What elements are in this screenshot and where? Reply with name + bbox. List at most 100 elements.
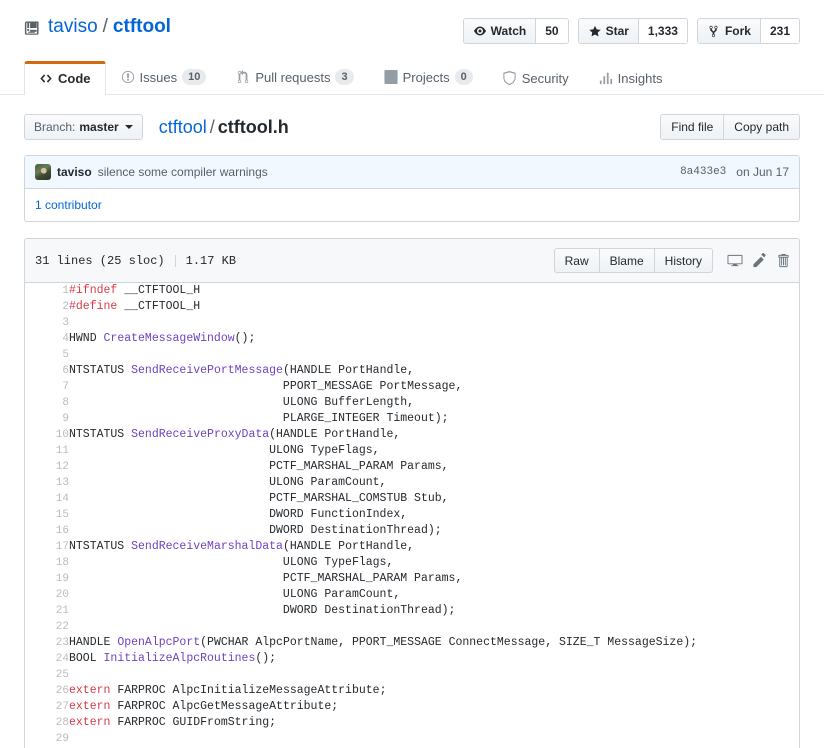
code-line-row: 20 ULONG ParamCount, [25, 587, 799, 603]
line-number[interactable]: 13 [25, 475, 69, 491]
tab-issues-count: 10 [182, 69, 206, 85]
line-number[interactable]: 18 [25, 555, 69, 571]
code-line-row: 14 PCTF_MARSHAL_COMSTUB Stub, [25, 491, 799, 507]
line-number[interactable]: 12 [25, 459, 69, 475]
fork-button[interactable]: Fork [698, 19, 760, 43]
line-number[interactable]: 9 [25, 411, 69, 427]
avatar[interactable] [35, 164, 51, 180]
line-number[interactable]: 26 [25, 683, 69, 699]
line-number[interactable]: 29 [25, 731, 69, 747]
repo-owner-link[interactable]: taviso [48, 16, 98, 39]
line-number[interactable]: 24 [25, 651, 69, 667]
code-line-row: 21 DWORD DestinationThread); [25, 603, 799, 619]
branch-path-bar: Branch: master ctftool/ctftool.h Find fi… [24, 113, 800, 141]
watch-button[interactable]: Watch [464, 19, 536, 43]
code-text: (); [255, 652, 276, 665]
line-number[interactable]: 21 [25, 603, 69, 619]
commit-message[interactable]: silence some compiler warnings [98, 165, 268, 179]
star-count[interactable]: 1,333 [638, 19, 687, 43]
branch-selector-button[interactable]: Branch: master [24, 114, 143, 140]
tab-code-label: Code [58, 72, 91, 85]
tab-pull-requests-count: 3 [335, 69, 353, 85]
line-number[interactable]: 25 [25, 667, 69, 683]
line-number[interactable]: 16 [25, 523, 69, 539]
file-action-buttons: Raw Blame History [554, 248, 713, 273]
line-number[interactable]: 14 [25, 491, 69, 507]
code-line-row: 24BOOL InitializeAlpcRoutines(); [25, 651, 799, 667]
code-text: FARPROC AlpcGetMessageAttribute; [110, 700, 338, 713]
tab-code[interactable]: Code [24, 61, 106, 95]
line-number[interactable]: 20 [25, 587, 69, 603]
line-number[interactable]: 23 [25, 635, 69, 651]
line-content [69, 347, 799, 363]
code-line-row: 4HWND CreateMessageWindow(); [25, 331, 799, 347]
code-text: PCTF_MARSHAL_COMSTUB Stub, [69, 492, 449, 505]
star-button[interactable]: Star [579, 19, 638, 43]
line-content [69, 731, 799, 747]
line-content: PCTF_MARSHAL_PARAM Params, [69, 571, 799, 587]
code-text: FARPROC GUIDFromString; [110, 716, 276, 729]
line-content: DWORD DestinationThread); [69, 523, 799, 539]
line-content: NTSTATUS SendReceiveMarshalData(HANDLE P… [69, 539, 799, 555]
line-number[interactable]: 4 [25, 331, 69, 347]
line-content: extern FARPROC AlpcGetMessageAttribute; [69, 699, 799, 715]
history-button[interactable]: History [655, 248, 713, 273]
tab-issues[interactable]: Issues 10 [106, 59, 222, 95]
find-file-button[interactable]: Find file [660, 114, 724, 140]
line-number[interactable]: 17 [25, 539, 69, 555]
line-number[interactable]: 10 [25, 427, 69, 443]
branch-label: Branch: [34, 120, 75, 134]
line-content: PCTF_MARSHAL_COMSTUB Stub, [69, 491, 799, 507]
tab-pull-requests[interactable]: Pull requests 3 [221, 59, 368, 95]
code-text: NTSTATUS [69, 364, 131, 377]
watch-count[interactable]: 50 [535, 19, 567, 43]
line-number[interactable]: 6 [25, 363, 69, 379]
breadcrumb-root-link[interactable]: ctftool [159, 117, 207, 137]
project-icon [384, 70, 398, 84]
commit-author-link[interactable]: taviso [57, 165, 92, 179]
tab-projects[interactable]: Projects 0 [369, 59, 488, 95]
desktop-icon[interactable] [727, 253, 743, 268]
line-number[interactable]: 27 [25, 699, 69, 715]
line-number[interactable]: 11 [25, 443, 69, 459]
repo-name-link[interactable]: ctftool [113, 16, 171, 39]
line-number[interactable]: 5 [25, 347, 69, 363]
code-line-row: 6NTSTATUS SendReceivePortMessage(HANDLE … [25, 363, 799, 379]
pencil-icon[interactable] [753, 253, 767, 268]
watch-label: Watch [491, 24, 527, 38]
code-text: (HANDLE PortHandle, [283, 364, 414, 377]
line-number[interactable]: 19 [25, 571, 69, 587]
chevron-down-icon [125, 125, 133, 129]
commit-sha[interactable]: 8a433e3 [680, 166, 726, 178]
line-content: extern FARPROC GUIDFromString; [69, 715, 799, 731]
tab-insights[interactable]: Insights [584, 61, 678, 95]
path-actions: Find file Copy path [660, 114, 800, 140]
blame-button[interactable]: Blame [600, 248, 655, 273]
contributors-link[interactable]: 1 contributor [35, 198, 102, 212]
line-number[interactable]: 22 [25, 619, 69, 635]
code-line-row: 12 PCTF_MARSHAL_PARAM Params, [25, 459, 799, 475]
line-content: DWORD DestinationThread); [69, 603, 799, 619]
tab-security[interactable]: Security [488, 61, 584, 95]
raw-button[interactable]: Raw [554, 248, 600, 273]
file-box: 31 lines (25 sloc) 1.17 KB Raw Blame His… [24, 238, 800, 748]
line-content: ULONG TypeFlags, [69, 555, 799, 571]
code-line-row: 19 PCTF_MARSHAL_PARAM Params, [25, 571, 799, 587]
code-text: (HANDLE PortHandle, [269, 428, 400, 441]
line-number[interactable]: 7 [25, 379, 69, 395]
line-number[interactable]: 8 [25, 395, 69, 411]
star-group: Star 1,333 [578, 18, 688, 44]
line-number[interactable]: 1 [25, 283, 69, 299]
code-function-name: SendReceiveMarshalData [131, 540, 283, 553]
graph-icon [599, 71, 613, 85]
trash-icon[interactable] [777, 253, 789, 268]
code-line-row: 25 [25, 667, 799, 683]
repo-social-actions: Watch 50 Star 1,333 Fork [463, 16, 800, 44]
line-number[interactable]: 2 [25, 299, 69, 315]
fork-count[interactable]: 231 [760, 19, 799, 43]
line-number[interactable]: 28 [25, 715, 69, 731]
line-number[interactable]: 3 [25, 315, 69, 331]
tab-issues-label: Issues [140, 71, 178, 84]
copy-path-button[interactable]: Copy path [724, 114, 800, 140]
line-number[interactable]: 15 [25, 507, 69, 523]
